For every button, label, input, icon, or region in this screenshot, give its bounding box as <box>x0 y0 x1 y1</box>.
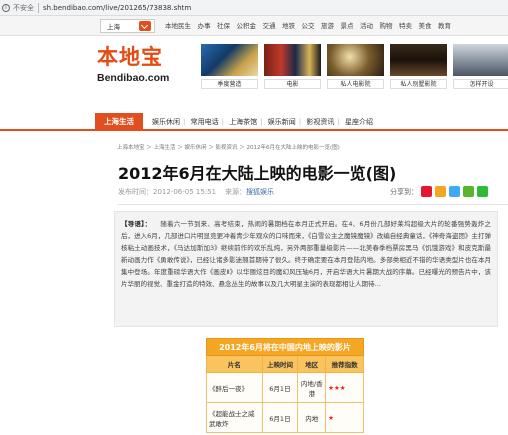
rating-stars: ★★★ <box>325 372 364 403</box>
separator: | <box>260 118 263 126</box>
table-header: 推荐指数 <box>325 355 364 373</box>
nav-link[interactable]: 地铁 <box>282 20 295 30</box>
logo-cn: 本地宝 <box>97 45 163 69</box>
release-date: 6月1日 <box>261 372 299 403</box>
nav-link[interactable]: 美食 <box>419 20 432 30</box>
url-text[interactable]: sh.bendibao.com/live/201265/73838.shtm <box>43 4 191 12</box>
chevron-down-icon[interactable] <box>139 21 151 31</box>
city-label: 上海 <box>107 23 120 31</box>
nav-link[interactable]: 活动 <box>360 20 373 30</box>
address-bar[interactable]: i 不安全 sh.bendibao.com/live/201265/73838.… <box>0 0 508 16</box>
region: 内地 <box>297 402 327 433</box>
channel-link[interactable]: 娱乐新闻 <box>268 118 296 126</box>
banner-strip: 季度营造 电影 私人电影院 私人别墅影院 怎样开设 <box>201 44 508 89</box>
nav-link[interactable]: 购物 <box>380 20 393 30</box>
nav-link[interactable]: 教育 <box>438 20 451 30</box>
nav-link[interactable]: 交通 <box>263 20 276 30</box>
separator: | <box>337 118 340 126</box>
nav-links: 本地民生 办事 社保 公积金 交通 地铁 公交 旅游 景点 活动 购物 特卖 美… <box>165 20 451 30</box>
table-header: 片名 <box>206 355 263 373</box>
table-header: 上映时间 <box>261 355 299 373</box>
banner-caption: 季度营造 <box>201 79 258 89</box>
channel-links: 娱乐休闲 | 常用电话 | 上海茶馆 | 娱乐新闻 | 影视资讯 | 星座介绍 <box>152 117 376 127</box>
table-header: 地区 <box>297 355 327 373</box>
source-label: 来源： <box>225 188 246 196</box>
banner-image <box>264 44 321 76</box>
banner-caption: 私人别墅影院 <box>390 79 447 89</box>
separator: | <box>183 118 186 126</box>
banner-item[interactable]: 怎样开设 <box>453 44 508 89</box>
channel-link[interactable]: 上海茶馆 <box>229 118 257 126</box>
tencent-weibo-icon[interactable] <box>449 186 460 197</box>
nav-link[interactable]: 本地民生 <box>165 20 191 30</box>
weibo-icon[interactable] <box>421 186 432 197</box>
nav-link[interactable]: 公交 <box>302 20 315 30</box>
nav-link[interactable]: 办事 <box>198 20 211 30</box>
banner-image <box>327 44 384 76</box>
city-select[interactable]: 上海 <box>100 19 155 33</box>
banner-image <box>201 44 258 76</box>
intro-label: 【导语】： <box>121 220 152 228</box>
banner-item[interactable]: 季度营造 <box>201 44 258 89</box>
movie-name[interactable]: 《超能战士之威武敢炸 <box>206 402 263 433</box>
top-nav: 上海 本地民生 办事 社保 公积金 交通 地铁 公交 旅游 景点 活动 购物 特… <box>0 16 508 36</box>
movie-table: 2012年6月将在中国内地上映的影片 片名 上映时间 地区 推荐指数 《醉后一夜… <box>206 338 364 433</box>
article-intro: 【导语】： 随着六一节到来、高考结束，热闹的暑期档在本月正式开启。在4、6月份几… <box>114 211 498 327</box>
banner-item[interactable]: 私人电影院 <box>327 44 384 89</box>
publish-time: 发布时间：2012-06-05 15:51 <box>118 188 217 196</box>
banner-caption: 怎样开设 <box>453 79 508 89</box>
channel-link[interactable]: 星座介绍 <box>345 118 373 126</box>
channel-link[interactable]: 娱乐休闲 <box>152 118 180 126</box>
qzone-icon[interactable] <box>435 186 446 197</box>
intro-text: 随着六一节到来、高考结束，热闹的暑期档在本月正式开启。在4、6月份几部好莱坞超级… <box>121 220 492 288</box>
region: 内地/香港 <box>297 372 327 403</box>
banner-item[interactable]: 私人别墅影院 <box>390 44 447 89</box>
banner-caption: 电影 <box>264 79 321 89</box>
release-date: 6月1日 <box>261 402 299 433</box>
nav-link[interactable]: 旅游 <box>321 20 334 30</box>
article-meta: 发布时间：2012-06-05 15:51 来源：搜狐娱乐 <box>118 187 274 197</box>
share-label: 分享到： <box>390 187 418 196</box>
banner-image <box>390 44 447 76</box>
divider <box>118 204 508 205</box>
banner-item[interactable]: 电影 <box>264 44 321 89</box>
table-title: 2012年6月将在中国内地上映的影片 <box>206 338 364 356</box>
banner-caption: 私人电影院 <box>327 79 384 89</box>
rating-stars: ★ <box>325 402 364 433</box>
security-label[interactable]: 不安全 <box>13 2 39 13</box>
channel-link[interactable]: 影视资讯 <box>306 118 334 126</box>
nav-link[interactable]: 社保 <box>217 20 230 30</box>
movie-name[interactable]: 《醉后一夜》 <box>206 372 263 403</box>
info-icon[interactable]: i <box>2 3 10 12</box>
source-link[interactable]: 搜狐娱乐 <box>246 188 274 196</box>
channel-link[interactable]: 常用电话 <box>191 118 219 126</box>
renren-icon[interactable] <box>463 186 474 197</box>
table-row: 《超能战士之威武敢炸 6月1日 内地 ★ <box>206 402 364 433</box>
table-row: 《醉后一夜》 6月1日 内地/香港 ★★★ <box>206 372 364 403</box>
wechat-icon[interactable] <box>477 186 488 197</box>
page-title: 2012年6月在大陆上映的电影一览(图) <box>118 164 397 183</box>
logo-en: Bendibao.com <box>97 72 170 84</box>
channel-bar: 上海生活 娱乐休闲 | 常用电话 | 上海茶馆 | 娱乐新闻 | 影视资讯 | 星座介绍 <box>0 113 508 131</box>
separator: | <box>298 118 302 126</box>
nav-link[interactable]: 景点 <box>341 20 354 30</box>
breadcrumb[interactable]: 上海本地宝 ＞ 上海生活 ＞ 娱乐休闲 ＞ 影视资讯 ＞ 2012年6月在大陆上… <box>117 143 340 151</box>
banner-image <box>453 44 508 76</box>
nav-link[interactable]: 公积金 <box>237 20 257 30</box>
channel-home[interactable]: 上海生活 <box>95 113 143 131</box>
site-logo[interactable]: 本地宝 Bendibao.com <box>97 41 189 91</box>
share-bar: 分享到： <box>390 186 488 197</box>
nav-link[interactable]: 特卖 <box>399 20 412 30</box>
separator: | <box>221 118 224 126</box>
